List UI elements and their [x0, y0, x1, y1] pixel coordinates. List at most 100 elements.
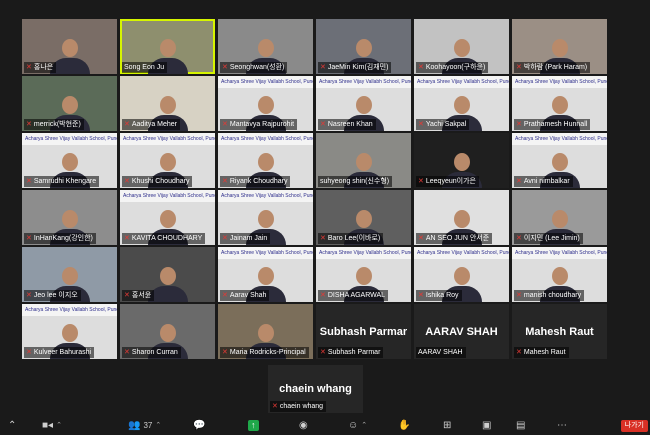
participant-face [355, 153, 372, 171]
participant-tile[interactable]: Acharya Shree Vijay Vallabh School, Pune… [414, 76, 509, 131]
participant-tile[interactable]: Subhash Parmar ✕ Subhash Parmar [316, 304, 411, 359]
participant-name: Aaditya Meher [131, 121, 178, 128]
participant-name-label: ✕ Ishika Roy [416, 290, 462, 301]
participant-tile[interactable]: ✕ 이지민 (Lee Jimin) [512, 190, 607, 245]
participant-name: Baro Lee(이바로) [327, 235, 381, 242]
whiteboard-icon: ▣ [482, 419, 492, 431]
virtual-background-banner: Acharya Shree Vijay Vallabh School, Pune… [120, 133, 215, 145]
participant-tile[interactable]: ✕ 홍나은 [22, 19, 117, 74]
participant-tile[interactable]: Acharya Shree Vijay Vallabh School, Pune… [316, 76, 411, 131]
participant-tile[interactable]: ✕ merrick(박현준) [22, 76, 117, 131]
participant-tile[interactable]: Acharya Shree Vijay Vallabh School, Pune… [218, 133, 313, 188]
participant-tile[interactable]: Acharya Shree Vijay Vallabh School, Pune… [414, 247, 509, 302]
more-button[interactable]: ⋯ [557, 418, 567, 432]
record-button[interactable]: ◉ [299, 418, 308, 432]
muted-mic-icon: ✕ [124, 235, 130, 242]
participant-tile[interactable]: Acharya Shree Vijay Vallabh School, Pune… [316, 247, 411, 302]
participant-face [257, 96, 274, 114]
participant-tile[interactable]: Acharya Shree Vijay Vallabh School, Pune… [120, 133, 215, 188]
participants-count: 37 [143, 420, 153, 430]
participant-tile[interactable]: Acharya Shree Vijay Vallabh School, Pune… [22, 304, 117, 359]
video-button[interactable]: ■◂ ⌃ [42, 418, 62, 432]
meeting-toolbar: ⌃ ■◂ ⌃ 👥 37 ⌃ 💬 ↑ ◉ ☺ ⌃ ✋ ⊞ ▣ ▤ ⋯ 나가기 [0, 415, 650, 435]
participant-name-label: ✕ Sharon Curran [122, 347, 181, 358]
participant-tile[interactable]: ✕ Koohayoon(구하윤) [414, 19, 509, 74]
participant-name: Ishika Roy [425, 292, 459, 299]
participant-face [257, 210, 274, 228]
participant-tile[interactable]: ✕ 홍서윤 [120, 247, 215, 302]
participant-name-label: ✕ Baro Lee(이바로) [318, 233, 384, 244]
participant-tile[interactable]: ✕ JaeMin Kim(김재민) [316, 19, 411, 74]
raise-hand-button[interactable]: ✋ [398, 418, 410, 432]
participant-face [355, 96, 372, 114]
participant-tile[interactable]: AARAV SHAH AARAV SHAH [414, 304, 509, 359]
muted-mic-icon: ✕ [26, 178, 32, 185]
participant-name-label: ✕ Subhash Parmar [318, 347, 384, 358]
participant-tile[interactable]: ✕ Jeo lee 이지오 [22, 247, 117, 302]
muted-mic-icon: ✕ [222, 64, 228, 71]
record-icon: ◉ [299, 419, 308, 431]
participant-name: KAVITA CHOUDHARY [131, 235, 203, 242]
muted-mic-icon: ✕ [516, 349, 522, 356]
participant-face [453, 210, 470, 228]
participant-name: Jainam Jain [229, 235, 268, 242]
participant-tile[interactable]: Acharya Shree Vijay Vallabh School, Pune… [512, 76, 607, 131]
participant-tile[interactable]: ✕ InHanKang(강인한) [22, 190, 117, 245]
participant-tile[interactable]: Acharya Shree Vijay Vallabh School, Pune… [512, 247, 607, 302]
reactions-button[interactable]: ☺ ⌃ [348, 418, 367, 432]
chevron-up-icon[interactable]: ⌃ [56, 421, 62, 429]
participant-face [453, 267, 470, 285]
participant-tile[interactable]: ✕ Seonghwan(성환) [218, 19, 313, 74]
chat-button[interactable]: 💬 [193, 418, 205, 432]
apps-button[interactable]: ⊞ [443, 418, 451, 432]
participant-tile[interactable]: ✕ Maria Rodricks-Principal [218, 304, 313, 359]
participant-tile[interactable]: Acharya Shree Vijay Vallabh School, Pune… [120, 190, 215, 245]
participant-tile[interactable]: Acharya Shree Vijay Vallabh School, Pune… [218, 190, 313, 245]
participant-tile[interactable]: Acharya Shree Vijay Vallabh School, Pune… [218, 247, 313, 302]
participant-face [551, 96, 568, 114]
participant-name: Riyank Choudhary [229, 178, 288, 185]
notes-button[interactable]: ▤ [516, 418, 525, 432]
participant-tile[interactable]: ✕ Leeqyeun이가은 [414, 133, 509, 188]
participant-name: Mahesh Raut [523, 349, 566, 356]
share-screen-button[interactable]: ↑ [248, 418, 259, 432]
participant-name-label: ✕ 홍서윤 [122, 290, 155, 301]
participant-name: AN SEO JUN 안서준 [425, 235, 490, 242]
participant-tile[interactable]: ✕ Aaditya Meher [120, 76, 215, 131]
muted-mic-icon: ✕ [516, 235, 522, 242]
participant-name-label: ✕ 박하람 (Park Haram) [514, 62, 591, 73]
whiteboard-button[interactable]: ▣ [482, 418, 491, 432]
chevron-up-icon[interactable]: ⌃ [155, 421, 161, 429]
participant-name: AARAV SHAH [418, 349, 463, 356]
participant-name: Koohayoon(구하윤) [425, 64, 486, 71]
chevron-up-icon[interactable]: ⌃ [8, 418, 16, 432]
chat-icon: 💬 [193, 419, 206, 431]
participant-name: Avni nimbalkar [523, 178, 570, 185]
participant-tile[interactable]: ✕ AN SEO JUN 안서준 [414, 190, 509, 245]
participant-name-label: ✕ Maria Rodricks-Principal [220, 347, 309, 358]
reaction-icon: ☺ [348, 419, 359, 431]
participant-tile[interactable]: Song Eon Ju [120, 19, 215, 74]
virtual-background-banner: Acharya Shree Vijay Vallabh School, Pune… [512, 76, 607, 88]
participant-tile[interactable]: Acharya Shree Vijay Vallabh School, Pune… [22, 133, 117, 188]
muted-mic-icon: ✕ [222, 235, 228, 242]
chevron-up-icon[interactable]: ⌃ [361, 421, 367, 429]
participant-tile[interactable]: ✕ 박하람 (Park Haram) [512, 19, 607, 74]
participant-name: InHanKang(강인한) [33, 235, 93, 242]
participant-tile[interactable]: suhyeong shin(신수형) [316, 133, 411, 188]
muted-mic-icon: ✕ [26, 349, 32, 356]
participant-tile[interactable]: chaein whang ✕ chaein whang [268, 365, 363, 413]
participant-face [453, 96, 470, 114]
participants-button[interactable]: 👥 37 ⌃ [128, 418, 161, 432]
participant-display-name: chaein whang [279, 383, 352, 395]
leave-button[interactable]: 나가기 [620, 420, 648, 432]
participant-tile[interactable]: ✕ Sharon Curran [120, 304, 215, 359]
virtual-background-banner: Acharya Shree Vijay Vallabh School, Pune… [414, 247, 509, 259]
muted-mic-icon: ✕ [516, 121, 522, 128]
participant-tile[interactable]: Acharya Shree Vijay Vallabh School, Pune… [218, 76, 313, 131]
participant-tile[interactable]: Acharya Shree Vijay Vallabh School, Pune… [512, 133, 607, 188]
muted-mic-icon: ✕ [124, 349, 130, 356]
participant-tile[interactable]: ✕ Baro Lee(이바로) [316, 190, 411, 245]
participant-face [61, 153, 78, 171]
participant-tile[interactable]: Mahesh Raut ✕ Mahesh Raut [512, 304, 607, 359]
